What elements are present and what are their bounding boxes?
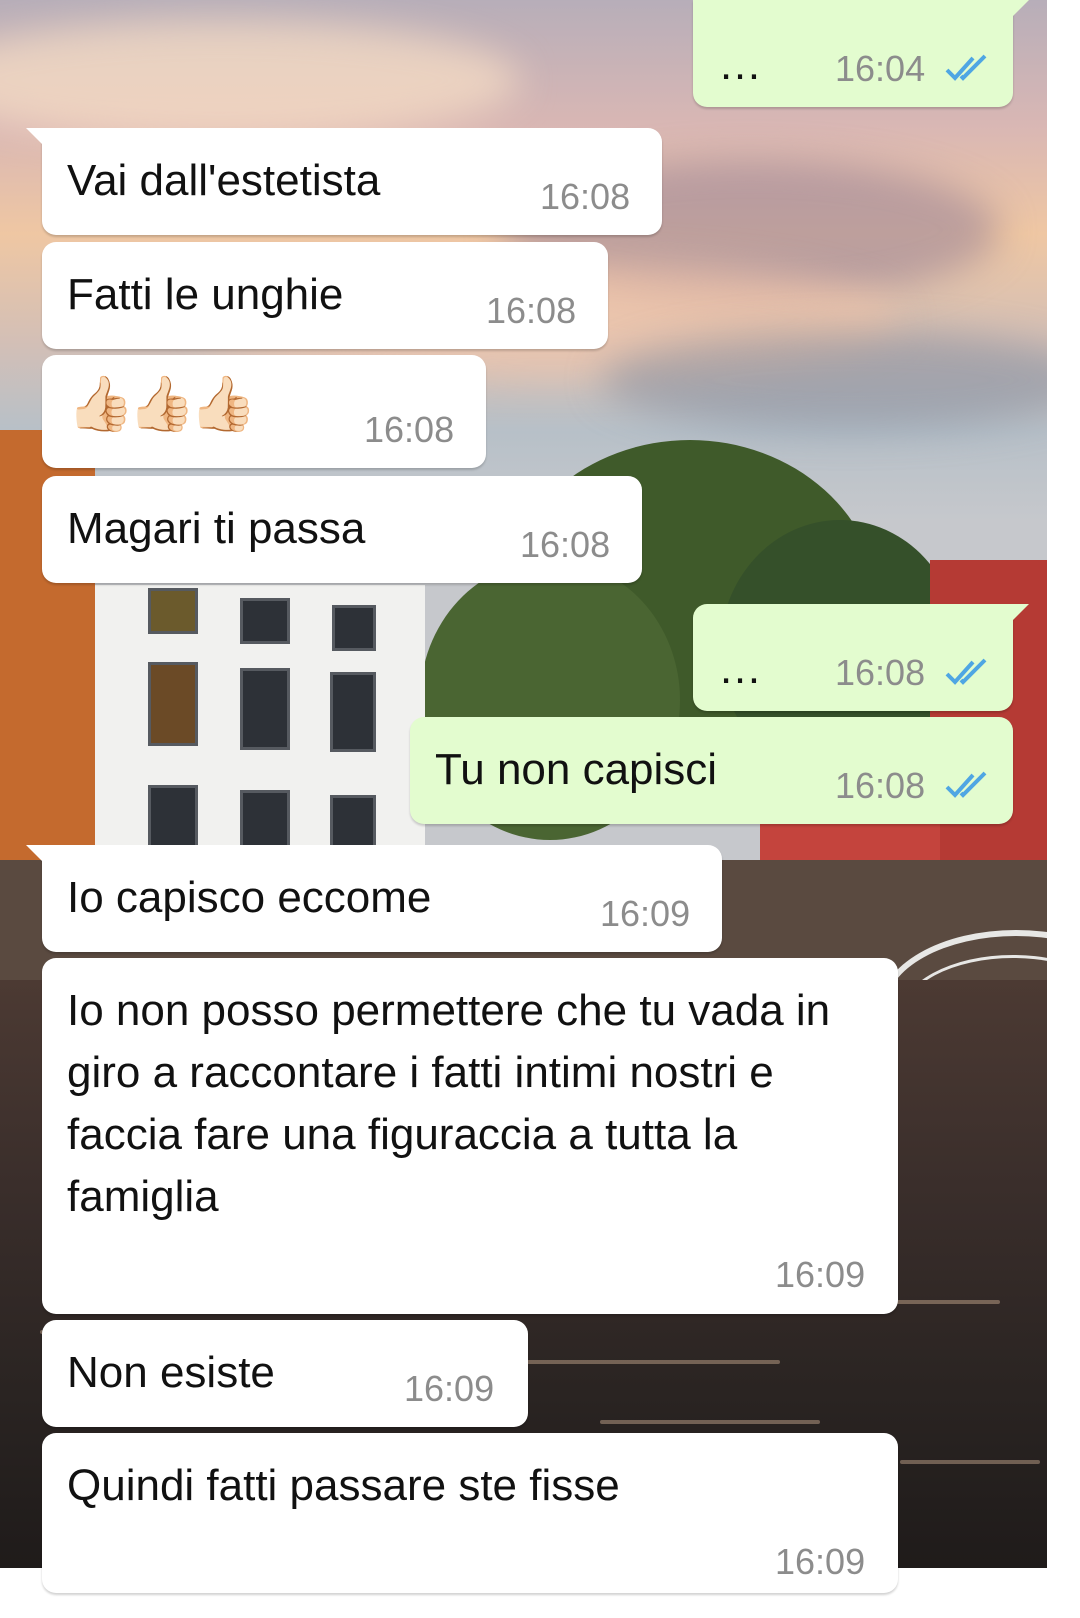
message-incoming[interactable]: Io non posso permettere che tu vada in g… (42, 958, 898, 1314)
message-outgoing[interactable]: … 16:08 (693, 604, 1029, 711)
message-incoming[interactable]: Io capisco eccome 16:09 (26, 845, 722, 952)
message-time: 16:08 (835, 652, 926, 693)
message-time: 16:09 (600, 893, 691, 934)
message-text: Tu non capisci (435, 745, 718, 794)
message-incoming[interactable]: Quindi fatti passare ste fisse 16:09 (42, 1433, 898, 1593)
message-text: Non esiste (67, 1348, 275, 1397)
message-incoming[interactable]: 👍🏻👍🏻👍🏻 16:08 (42, 355, 486, 468)
message-incoming[interactable]: Magari ti passa 16:08 (42, 476, 642, 583)
message-incoming[interactable]: Non esiste 16:09 (42, 1320, 528, 1427)
read-receipt-icon (945, 54, 987, 81)
message-time: 16:09 (775, 1254, 866, 1295)
message-text: … (718, 40, 762, 89)
message-text: Fatti le unghie (67, 270, 344, 319)
message-incoming[interactable]: Fatti le unghie 16:08 (42, 242, 608, 349)
message-text: Io capisco eccome (67, 873, 432, 922)
message-text: Quindi fatti passare ste fisse (67, 1461, 620, 1510)
message-outgoing[interactable]: Tu non capisci 16:08 (410, 717, 1013, 824)
message-text: Magari ti passa (67, 504, 366, 553)
message-time: 16:08 (364, 409, 455, 450)
message-text: … (718, 644, 762, 693)
message-time: 16:08 (486, 290, 577, 331)
message-text: Vai dall'estetista (67, 156, 381, 205)
message-time: 16:08 (835, 765, 926, 806)
message-outgoing[interactable]: … 16:04 (693, 0, 1029, 107)
read-receipt-icon (945, 771, 987, 798)
message-time: 16:04 (835, 48, 926, 89)
message-emoji: 👍🏻👍🏻👍🏻 (67, 374, 257, 434)
message-time: 16:09 (775, 1541, 866, 1582)
message-time: 16:08 (520, 524, 611, 565)
message-time: 16:08 (540, 176, 631, 217)
message-time: 16:09 (404, 1368, 495, 1409)
message-text: Io non posso permettere che tu vada in g… (67, 986, 831, 1221)
read-receipt-icon (945, 658, 987, 685)
message-incoming[interactable]: Vai dall'estetista 16:08 (26, 128, 662, 235)
